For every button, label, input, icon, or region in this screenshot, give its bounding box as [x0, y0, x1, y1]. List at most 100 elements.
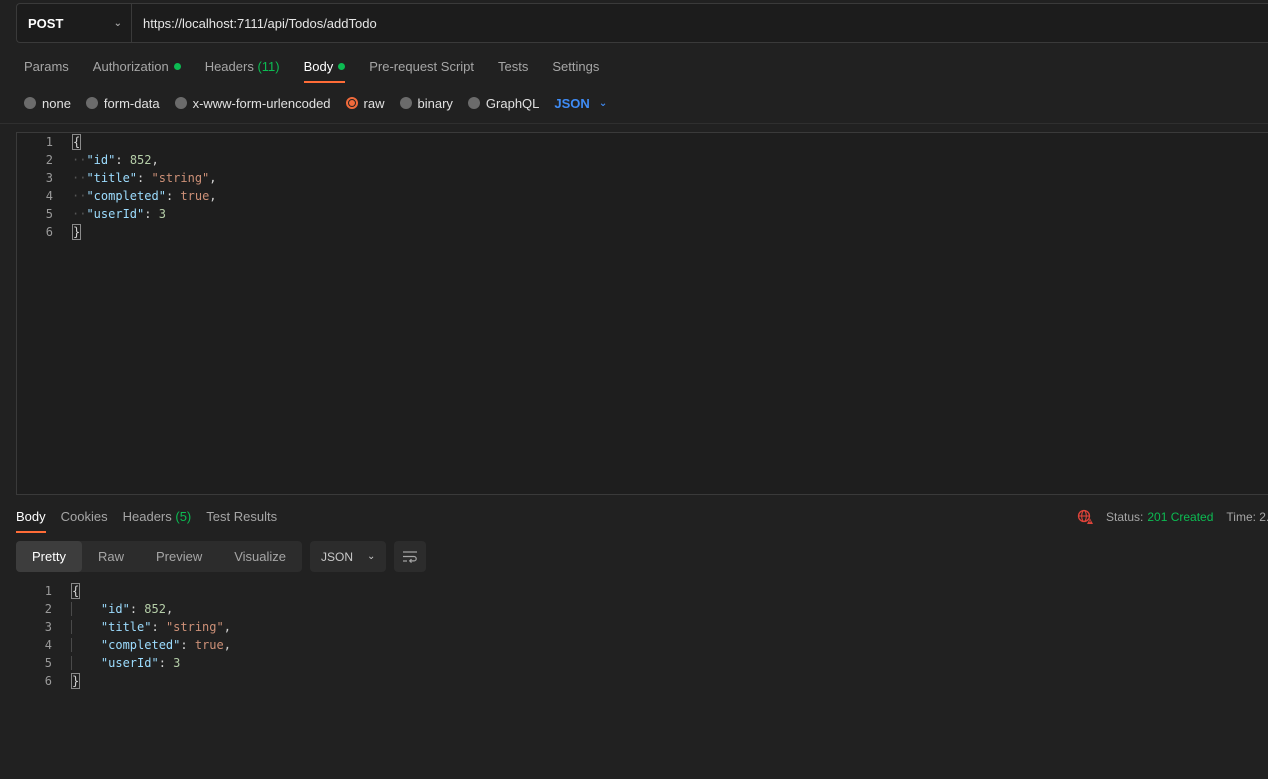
line-number: 3 — [44, 620, 52, 634]
raw-format-label: JSON — [554, 95, 590, 111]
response-tab-test-results-label: Test Results — [206, 509, 278, 524]
radio-binary[interactable]: binary — [399, 95, 453, 111]
response-status: Status: 201 Created Time: 2. — [1077, 508, 1268, 526]
line-number: 3 — [45, 171, 53, 185]
radio-circle-icon — [24, 97, 36, 109]
tab-tests[interactable]: Tests — [498, 55, 528, 83]
json-value: true — [180, 189, 210, 203]
line-number: 2 — [45, 153, 53, 167]
chevron-down-icon: ⌄ — [113, 17, 122, 29]
chevron-down-icon: ⌄ — [598, 97, 608, 109]
line-number: 4 — [44, 638, 52, 652]
tab-headers[interactable]: Headers (11) — [205, 55, 280, 83]
radio-urlencoded[interactable]: x-www-form-urlencoded — [174, 95, 331, 111]
json-value: 852 — [144, 602, 166, 616]
line-number: 6 — [44, 674, 52, 688]
request-tabs: Params Authorization Headers (11) Body P… — [24, 55, 623, 83]
response-format-select[interactable]: JSON ⌄ — [310, 541, 387, 572]
view-raw-button[interactable]: Raw — [82, 541, 140, 572]
view-pretty-button[interactable]: Pretty — [16, 541, 82, 572]
method-select[interactable]: POST ⌄ — [17, 4, 132, 42]
radio-circle-icon — [174, 97, 187, 109]
chevron-down-icon: ⌄ — [367, 551, 376, 562]
radio-selected-icon — [345, 97, 358, 109]
line-number: 1 — [44, 584, 52, 598]
json-value: true — [194, 638, 224, 652]
radio-form-data-label: form-data — [103, 95, 160, 111]
radio-raw-label: raw — [363, 95, 385, 111]
response-tab-headers[interactable]: Headers (5) — [123, 505, 192, 533]
json-value: "string" — [151, 171, 210, 185]
brace: } — [71, 673, 81, 689]
view-visualize-button[interactable]: Visualize — [218, 541, 302, 572]
brace: } — [72, 224, 82, 240]
tab-tests-label: Tests — [498, 59, 529, 74]
status-value: 201 Created — [1147, 510, 1214, 524]
network-globe-icon[interactable] — [1077, 509, 1093, 525]
url-input[interactable] — [132, 4, 1268, 42]
brace: { — [71, 583, 81, 599]
raw-format-select[interactable]: JSON ⌄ — [554, 96, 607, 111]
response-view-bar: Pretty Raw Preview Visualize JSON ⌄ — [16, 541, 427, 572]
request-body-editor[interactable]: 1{ 2 ··"id": 852, 3 ··"title": "string", 4… — [16, 132, 1268, 495]
response-tab-body[interactable]: Body — [16, 505, 46, 533]
tab-settings[interactable]: Settings — [552, 55, 599, 83]
response-body-viewer[interactable]: 1{ 2 "id": 852, 3 "title": "string", 4 "… — [16, 582, 1268, 690]
code-line: 6} — [16, 672, 1268, 690]
response-tab-body-label: Body — [16, 509, 46, 524]
response-headers-count: (5) — [175, 509, 192, 524]
code-line: 1{ — [17, 133, 1268, 151]
code-line: 2 ··"id": 852, — [17, 151, 1268, 169]
line-number: 1 — [45, 135, 53, 149]
json-value: "string" — [165, 620, 224, 634]
radio-graphql[interactable]: GraphQL — [467, 95, 540, 111]
code-line: 6} — [17, 223, 1268, 241]
radio-circle-icon — [85, 97, 98, 109]
wrap-lines-button[interactable] — [394, 541, 427, 572]
wrap-lines-icon — [403, 550, 418, 563]
status-dot-icon — [338, 63, 346, 70]
radio-none[interactable]: none — [24, 96, 71, 111]
divider — [0, 123, 1268, 124]
response-tabs: Body Cookies Headers (5) Test Results — [16, 505, 292, 533]
line-number: 5 — [45, 207, 53, 221]
radio-binary-label: binary — [417, 95, 453, 111]
tab-headers-label: Headers — [204, 59, 254, 74]
json-value: 3 — [158, 207, 166, 221]
code-line: 5 ··"userId": 3 — [17, 205, 1268, 223]
status-dot-icon — [173, 63, 181, 70]
headers-count: (11) — [257, 59, 280, 74]
response-format-label: JSON — [321, 549, 354, 564]
line-number: 2 — [44, 602, 52, 616]
radio-none-label: none — [42, 95, 71, 111]
tab-settings-label: Settings — [552, 59, 600, 74]
code-line: 4 ··"completed": true, — [17, 187, 1268, 205]
tab-pre-request-script[interactable]: Pre-request Script — [369, 55, 474, 83]
response-tab-cookies[interactable]: Cookies — [61, 505, 108, 533]
request-url-bar: POST ⌄ — [16, 3, 1268, 43]
code-line: 1{ — [16, 582, 1268, 600]
radio-raw[interactable]: raw — [345, 95, 385, 111]
tab-params[interactable]: Params — [24, 55, 69, 83]
response-time: Time: 2. — [1226, 510, 1268, 524]
code-line: 2 "id": 852, — [16, 600, 1268, 618]
tab-authorization[interactable]: Authorization — [93, 55, 181, 83]
tab-body[interactable]: Body — [303, 55, 346, 83]
response-tab-headers-label: Headers — [122, 509, 172, 524]
json-value: 3 — [173, 656, 181, 670]
code-line: 4 "completed": true, — [16, 636, 1268, 654]
code-line: 3 ··"title": "string", — [17, 169, 1268, 187]
line-number: 5 — [44, 656, 52, 670]
line-number: 4 — [45, 189, 53, 203]
brace: { — [72, 134, 82, 150]
view-preview-button[interactable]: Preview — [140, 541, 218, 572]
radio-urlencoded-label: x-www-form-urlencoded — [192, 95, 331, 111]
response-tab-test-results[interactable]: Test Results — [206, 505, 277, 533]
tab-params-label: Params — [24, 59, 69, 74]
code-line: 5 "userId": 3 — [16, 654, 1268, 672]
method-label: POST — [28, 15, 64, 31]
radio-form-data[interactable]: form-data — [85, 95, 160, 111]
radio-circle-icon — [467, 97, 480, 109]
radio-graphql-label: GraphQL — [485, 95, 540, 111]
line-number: 6 — [45, 225, 53, 239]
